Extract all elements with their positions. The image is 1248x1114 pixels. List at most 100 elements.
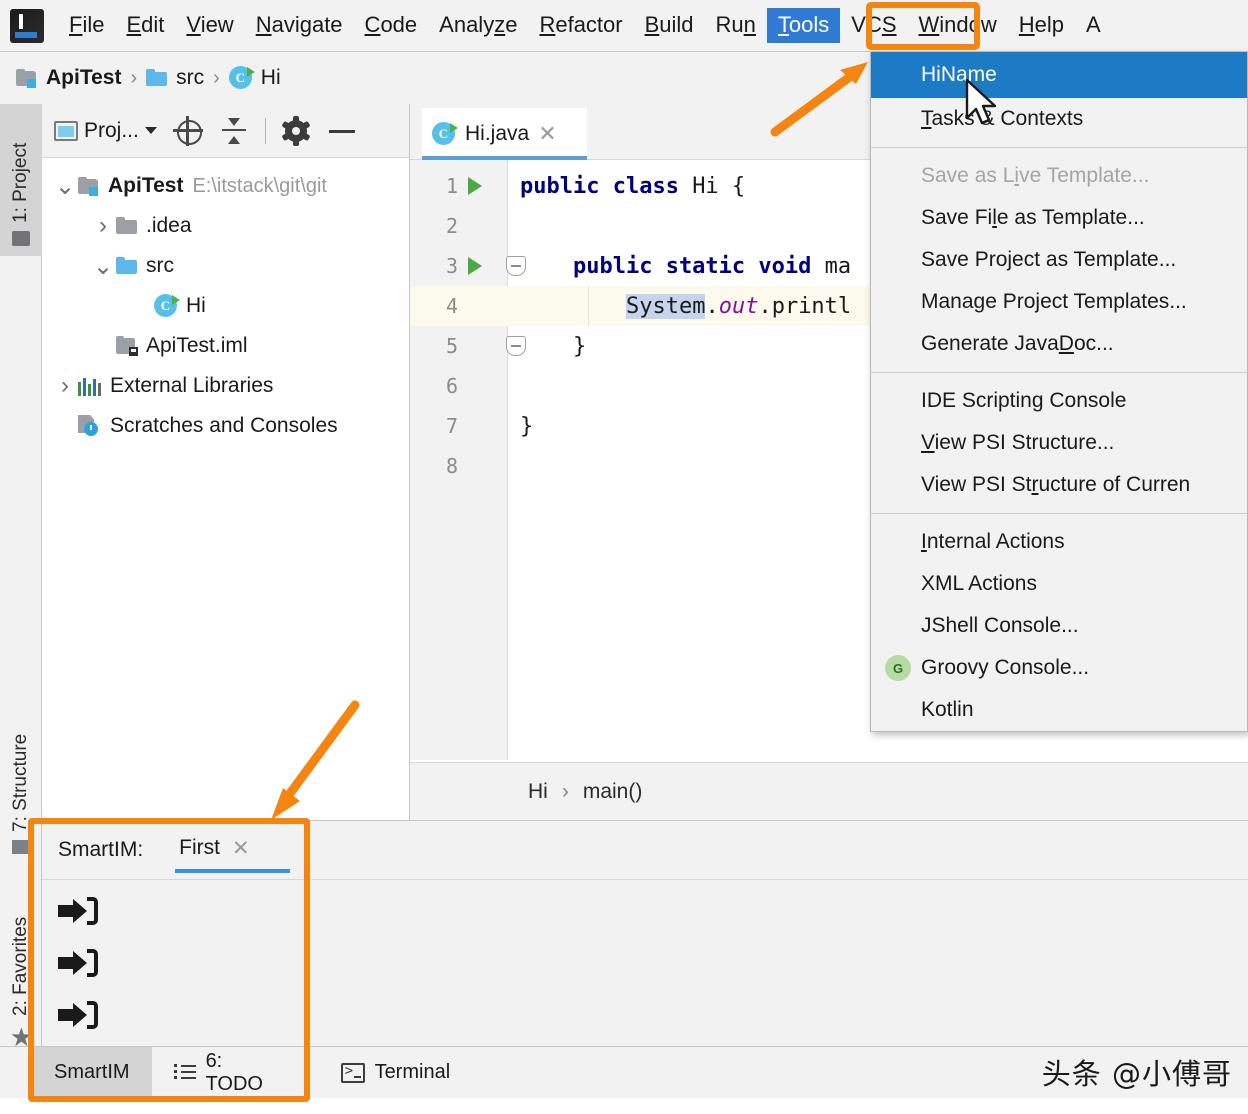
chevron-right-icon[interactable]: › [52, 372, 78, 400]
code-text: public class Hi { [520, 173, 746, 199]
status-tab-smartim[interactable]: SmartIM [32, 1046, 152, 1099]
sidebar-tab-structure[interactable]: 7: Structure [0, 689, 42, 864]
tree-node-scratches-and-consoles[interactable]: Scratches and Consoles [42, 406, 409, 446]
chevron-right-icon[interactable]: › [90, 212, 116, 240]
folder-icon [146, 69, 168, 87]
menu-file[interactable]: File [58, 8, 115, 42]
tree-node-src[interactable]: ⌄ src [42, 246, 409, 286]
tree-node-label: ApiTest.iml [146, 334, 248, 357]
breadcrumb-item-apitest[interactable]: ApiTest [16, 66, 121, 90]
close-icon[interactable]: ✕ [538, 121, 556, 147]
menu-build[interactable]: Build [634, 8, 705, 42]
locate-icon[interactable] [172, 115, 203, 146]
chevron-down-icon[interactable]: ⌄ [52, 172, 78, 201]
chevron-down-icon[interactable]: ⌄ [90, 252, 116, 281]
status-tab-todo-label: 6: TODO [205, 1049, 263, 1095]
collapse-all-icon[interactable] [219, 116, 249, 146]
menu-navigate[interactable]: Navigate [245, 8, 354, 42]
tools-dropdown-menu[interactable]: HiName Tasks & Contexts Save as Live Templ… [870, 52, 1248, 732]
breadcrumb-separator-icon: › [561, 779, 569, 803]
smartim-header: SmartIM: First ✕ [42, 821, 1248, 879]
line-number: 4 [445, 294, 458, 318]
menu-help[interactable]: Help [1008, 8, 1075, 42]
tree-node-external-libraries[interactable]: › External Libraries [42, 366, 409, 406]
gear-icon[interactable] [281, 115, 311, 146]
smartim-tab-label: First [179, 836, 220, 859]
menu-item-label: View PSI Structure... [921, 431, 1115, 454]
menu-item-label: HiName [921, 63, 997, 86]
sidebar-tab-favorites-label: 2: Favorites [10, 916, 31, 1016]
minimize-icon[interactable] [326, 116, 356, 146]
status-tab-todo[interactable]: 6: TODO [152, 1047, 297, 1099]
editor-breadcrumb-method[interactable]: main() [583, 780, 643, 804]
smartim-login-row[interactable] [58, 896, 106, 936]
menu-refactor[interactable]: Refactor [528, 8, 633, 42]
status-tab-smartim-label: SmartIM [54, 1061, 130, 1083]
editor-breadcrumb-class[interactable]: Hi [528, 780, 548, 804]
run-gutter-icon[interactable] [468, 257, 482, 275]
tree-node--idea[interactable]: › .idea [42, 206, 409, 246]
breadcrumb-item-src[interactable]: src [146, 66, 204, 90]
sidebar-tab-project[interactable]: 1: Project [0, 104, 42, 256]
smartim-tab-first[interactable]: First ✕ [175, 836, 291, 873]
menu-item-save-file-as-template[interactable]: Save File as Template... [871, 197, 1247, 239]
toolbar-divider [264, 117, 266, 144]
menu-label: Edit [126, 12, 165, 38]
menu-code[interactable]: Code [354, 8, 429, 42]
intellij-idea-logo-icon [10, 8, 44, 43]
tree-node-label: ApiTest [108, 174, 184, 197]
project-window-icon [54, 120, 78, 141]
smartim-title: SmartIM: [58, 838, 144, 861]
smartim-body[interactable] [42, 879, 1248, 1061]
line-number: 7 [445, 414, 458, 438]
tree-node-hi[interactable]: C Hi [42, 286, 409, 326]
smartim-tab-underline [175, 868, 291, 873]
menu-item-view-psi-structure-of-curren[interactable]: View PSI Structure of Curren [871, 464, 1247, 506]
menu-item-kotlin[interactable]: Kotlin [871, 689, 1247, 731]
smartim-login-row[interactable] [58, 948, 106, 988]
menu-item-manage-project-templates[interactable]: Manage Project Templates... [871, 281, 1247, 323]
menu-run[interactable]: Run [705, 8, 767, 42]
breadcrumb-item-hi[interactable]: C Hi [228, 66, 281, 90]
project-view-selector[interactable]: Proj... [54, 119, 157, 143]
menu-item-label: Save as Live Template... [921, 164, 1150, 187]
smartim-login-row[interactable] [58, 1000, 106, 1040]
menu-item-label: Manage Project Templates... [921, 290, 1187, 313]
line-number: 5 [445, 334, 458, 358]
status-tab-terminal[interactable]: Terminal [319, 1047, 473, 1099]
sidebar-tab-favorites[interactable]: ★ 2: Favorites [0, 874, 42, 1060]
editor-tab-hi-java[interactable]: C Hi.java ✕ [422, 108, 587, 160]
menu-a[interactable]: A [1075, 8, 1112, 42]
menu-item-xml-actions[interactable]: XML Actions [871, 563, 1247, 605]
menu-analyze[interactable]: Analyze [428, 8, 528, 42]
menu-item-tasks-contexts[interactable]: Tasks & Contexts [871, 98, 1247, 140]
terminal-icon [340, 1062, 365, 1083]
menu-item-internal-actions[interactable]: Internal Actions [871, 521, 1247, 563]
menu-item-hiname[interactable]: HiName [871, 52, 1247, 98]
menu-item-ide-scripting-console[interactable]: IDE Scripting Console [871, 380, 1247, 422]
close-icon[interactable]: ✕ [232, 836, 250, 861]
menu-label: Help [1018, 12, 1065, 38]
menu-window[interactable]: Window [908, 8, 1008, 42]
menu-edit[interactable]: Edit [115, 8, 175, 42]
menu-tools[interactable]: Tools [766, 8, 841, 43]
sidebar-tab-project-label: 1: Project [10, 142, 31, 223]
menu-separator [871, 147, 1247, 148]
menu-item-view-psi-structure[interactable]: View PSI Structure... [871, 422, 1247, 464]
menu-vcs[interactable]: VCS [840, 8, 907, 42]
menu-view[interactable]: View [175, 8, 244, 42]
tree-node-label: Scratches and Consoles [110, 414, 338, 437]
menu-item-save-project-as-template[interactable]: Save Project as Template... [871, 239, 1247, 281]
menu-separator [871, 513, 1247, 514]
menu-item-generate-javadoc[interactable]: Generate JavaDoc... [871, 323, 1247, 365]
run-gutter-icon[interactable] [468, 177, 482, 195]
tree-node-label: Hi [186, 294, 206, 317]
menu-item-jshell-console[interactable]: JShell Console... [871, 605, 1247, 647]
structure-icon [12, 840, 30, 854]
menu-item-groovy-console[interactable]: G Groovy Console... [871, 647, 1247, 689]
tree-node-apitest-iml[interactable]: ApiTest.iml [42, 326, 409, 366]
menu-label: Navigate [255, 12, 343, 38]
groovy-icon: G [885, 655, 911, 681]
tree-node-apitest[interactable]: ⌄ ApiTest E:\itstack\git\git [42, 166, 409, 206]
watermark: 头条 @小傅哥 [1041, 1057, 1232, 1091]
